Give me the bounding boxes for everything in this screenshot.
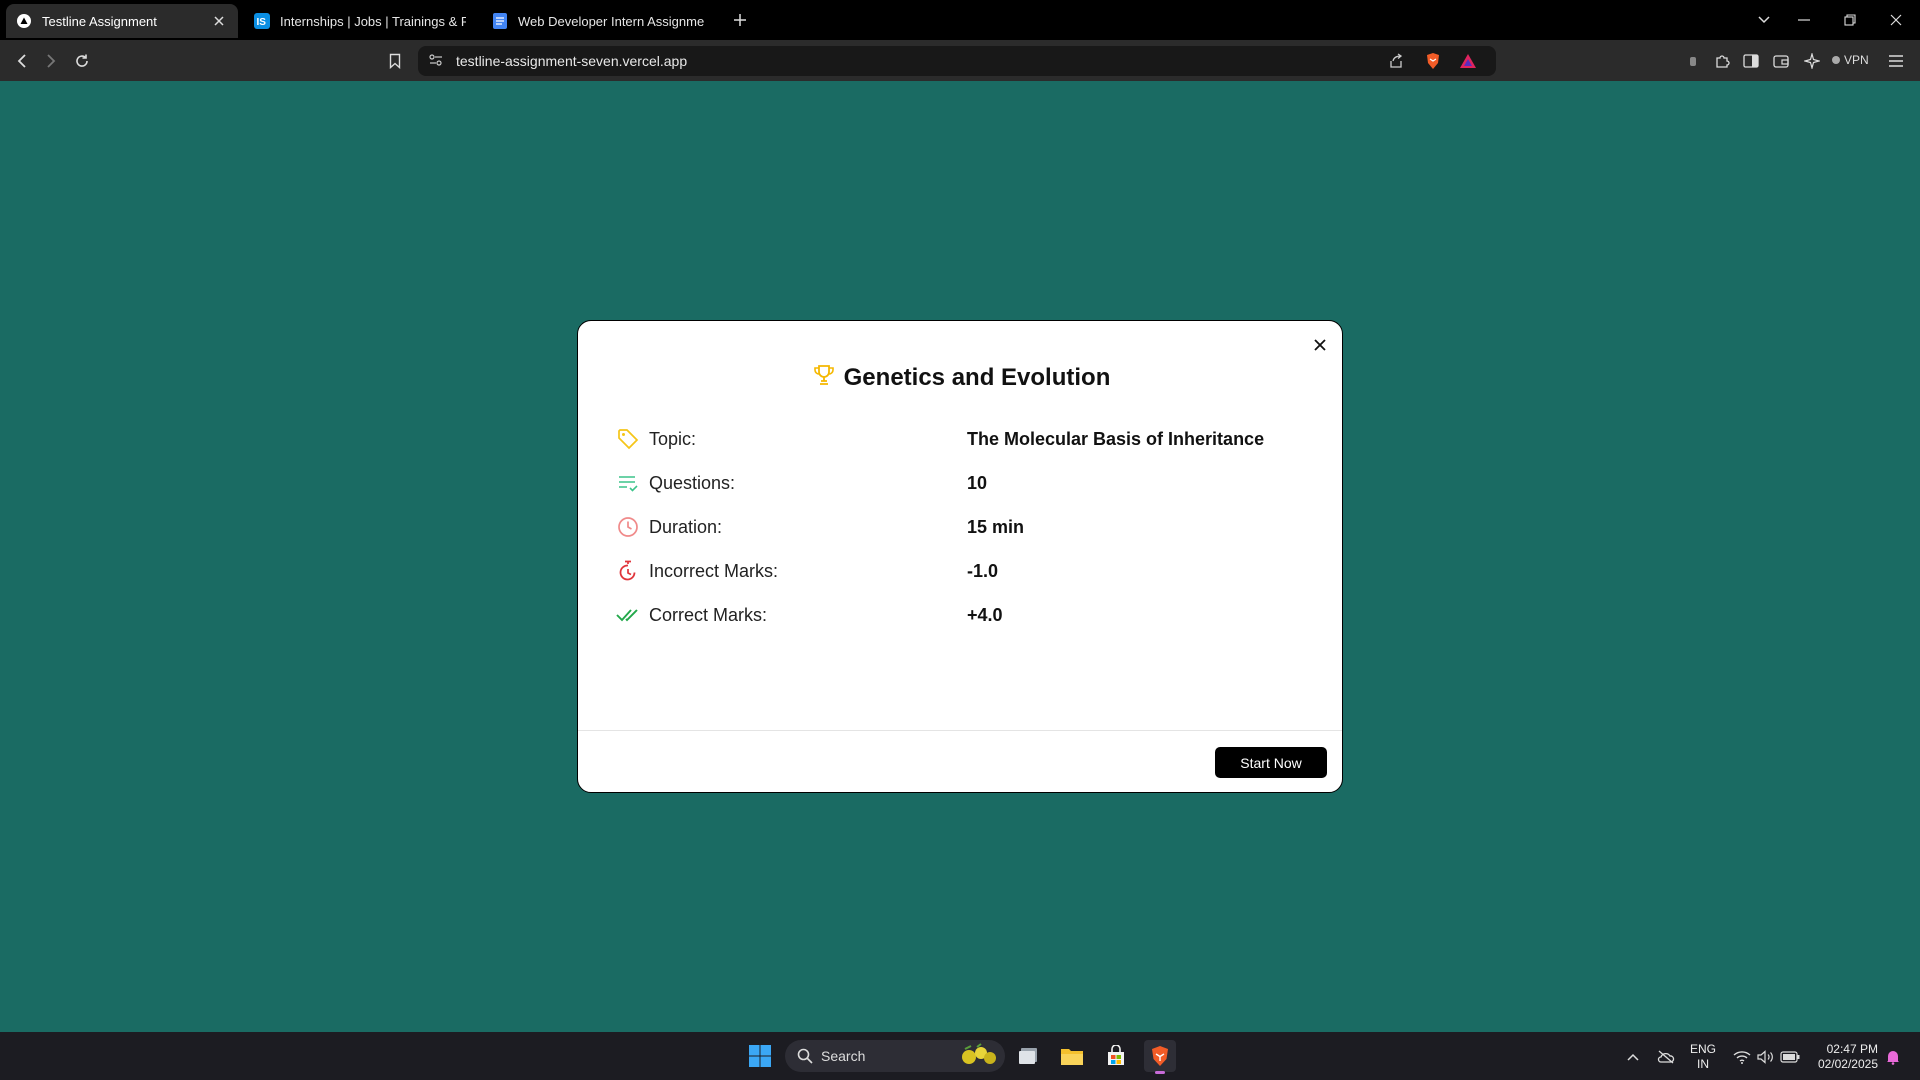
quiz-info-modal: Genetics and Evolution Topic: The Molecu…: [577, 320, 1343, 793]
start-now-button[interactable]: Start Now: [1215, 747, 1327, 778]
vpn-label: VPN: [1844, 53, 1869, 67]
info-row-duration: Duration: 15 min: [616, 512, 1316, 542]
task-view-icon[interactable]: [1013, 1040, 1045, 1072]
double-check-icon: [616, 603, 640, 627]
info-row-correct-marks: Correct Marks: +4.0: [616, 600, 1316, 630]
close-window-icon[interactable]: [1882, 8, 1910, 32]
address-bar[interactable]: testline-assignment-seven.vercel.app: [418, 46, 1496, 76]
close-tab-icon[interactable]: [210, 12, 228, 30]
windows-start-icon[interactable]: [744, 1040, 776, 1072]
vpn-button[interactable]: VPN: [1832, 50, 1869, 70]
search-icon: [797, 1048, 813, 1064]
restore-icon[interactable]: [1836, 8, 1864, 32]
modal-title: Genetics and Evolution: [843, 363, 1111, 391]
timer-icon: [616, 559, 640, 583]
info-label: Duration:: [649, 516, 723, 537]
back-icon[interactable]: [9, 48, 35, 74]
taskbar-search[interactable]: Search: [785, 1040, 1005, 1072]
minimize-icon[interactable]: [1790, 8, 1818, 32]
vercel-icon: [16, 13, 32, 29]
tab-title: Internships | Jobs | Trainings & Placeme…: [280, 13, 466, 29]
tab-title: Web Developer Intern Assignment: [518, 13, 704, 29]
info-row-questions: Questions: 10: [616, 468, 1316, 498]
info-label: Incorrect Marks:: [649, 560, 779, 581]
brave-rewards-icon[interactable]: [1458, 51, 1478, 71]
active-app-indicator: [1155, 1071, 1165, 1074]
notification-bell-icon[interactable]: [1882, 1046, 1904, 1068]
modal-header: Genetics and Evolution: [578, 363, 1342, 392]
info-value: 15 min: [967, 516, 1025, 537]
brave-shields-icon[interactable]: [1423, 51, 1443, 71]
vpn-status-icon: [1832, 56, 1840, 64]
tab-internshala[interactable]: IS Internships | Jobs | Trainings & Plac…: [244, 4, 476, 38]
extension-icon[interactable]: [1680, 48, 1706, 74]
tab-title: Testline Assignment: [42, 13, 157, 29]
region-code: IN: [1697, 1057, 1709, 1071]
puzzle-extensions-icon[interactable]: [1709, 48, 1735, 74]
language-code: ENG: [1690, 1042, 1717, 1056]
site-settings-icon[interactable]: [428, 52, 446, 70]
search-placeholder: Search: [821, 1048, 866, 1064]
volume-icon[interactable]: [1755, 1046, 1777, 1068]
info-row-incorrect-marks: Incorrect Marks: -1.0: [616, 556, 1316, 586]
close-icon[interactable]: [1309, 334, 1331, 356]
cloud-offline-icon[interactable]: [1655, 1046, 1677, 1068]
clock-time: 02:47 PM: [1826, 1042, 1878, 1056]
share-icon[interactable]: [1386, 51, 1406, 71]
tab-strip: Testline Assignment IS Internships | Job…: [0, 0, 1920, 40]
info-label: Topic:: [649, 428, 697, 449]
input-language-indicator[interactable]: ENG IN: [1690, 1042, 1716, 1072]
sidebar-icon[interactable]: [1738, 48, 1764, 74]
new-tab-button[interactable]: [728, 8, 752, 32]
bookmark-icon[interactable]: [382, 48, 408, 74]
info-label: Questions:: [649, 472, 736, 493]
wifi-icon[interactable]: [1731, 1046, 1753, 1068]
info-label: Correct Marks:: [649, 604, 768, 625]
url-text[interactable]: testline-assignment-seven.vercel.app: [456, 53, 687, 69]
footer-divider: [578, 730, 1342, 731]
tab-search-chevron-icon[interactable]: [1750, 8, 1778, 32]
info-value: +4.0: [967, 604, 1003, 625]
file-explorer-icon[interactable]: [1056, 1040, 1088, 1072]
windows-taskbar: Search ENG IN 02:47 PM 02/02/2025: [0, 1032, 1920, 1080]
info-value: The Molecular Basis of Inheritance: [967, 428, 1265, 449]
list-check-icon: [616, 471, 640, 495]
info-row-topic: Topic: The Molecular Basis of Inheritanc…: [616, 424, 1316, 454]
tab-testline[interactable]: Testline Assignment: [6, 4, 238, 38]
google-docs-icon: [492, 13, 508, 29]
info-value: 10: [967, 472, 988, 493]
brave-taskbar-icon[interactable]: [1144, 1040, 1176, 1074]
tag-icon: [616, 427, 640, 451]
show-hidden-icons-chevron-icon[interactable]: [1622, 1046, 1644, 1068]
reload-icon[interactable]: [69, 48, 95, 74]
clock-date: 02/02/2025: [1817, 1057, 1878, 1071]
microsoft-store-icon[interactable]: [1100, 1040, 1132, 1072]
system-clock[interactable]: 02:47 PM 02/02/2025: [1808, 1042, 1878, 1072]
internshala-icon: IS: [254, 13, 270, 29]
tab-google-docs[interactable]: Web Developer Intern Assignment: [482, 4, 714, 38]
svg-text:IS: IS: [257, 17, 267, 28]
wallet-icon[interactable]: [1768, 48, 1794, 74]
battery-icon[interactable]: [1779, 1046, 1801, 1068]
menu-icon[interactable]: [1883, 48, 1909, 74]
trophy-icon: [812, 363, 836, 392]
info-value: -1.0: [967, 560, 999, 581]
search-highlight-icon: [959, 1042, 999, 1070]
leo-ai-icon[interactable]: [1799, 48, 1825, 74]
forward-icon[interactable]: [38, 48, 64, 74]
clock-icon: [616, 515, 640, 539]
